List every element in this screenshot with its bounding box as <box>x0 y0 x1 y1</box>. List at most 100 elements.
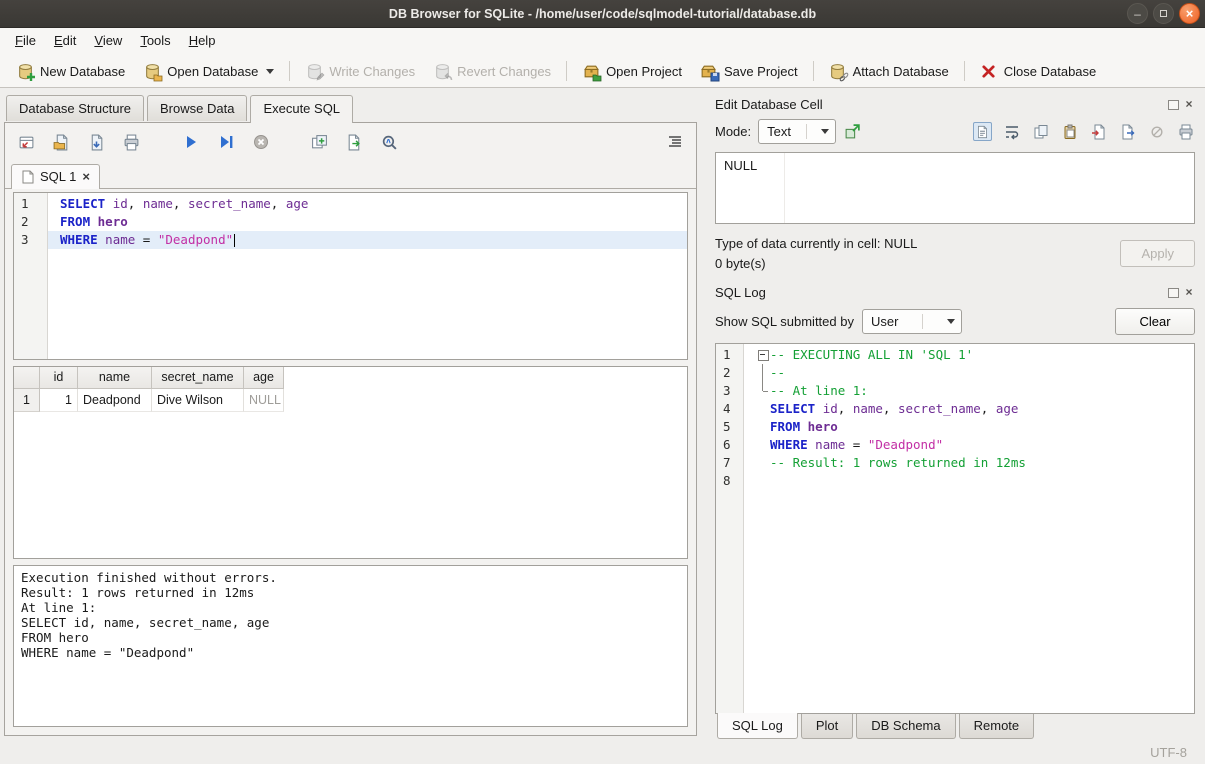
tab-plot[interactable]: Plot <box>801 714 853 739</box>
tab-sql-log[interactable]: SQL Log <box>717 713 798 739</box>
minimize-icon: – <box>1134 8 1141 20</box>
tab-db-schema[interactable]: DB Schema <box>856 714 955 739</box>
results-column-header[interactable]: secret_name <box>152 367 244 389</box>
execute-all-icon[interactable] <box>181 133 200 152</box>
tab-remote[interactable]: Remote <box>959 714 1035 739</box>
tab-execute-sql[interactable]: Execute SQL <box>250 95 353 123</box>
main-content: Database Structure Browse Data Execute S… <box>0 88 1205 740</box>
clear-log-button[interactable]: Clear <box>1115 308 1195 335</box>
encoding-indicator[interactable]: UTF-8 <box>1150 745 1187 760</box>
close-database-button[interactable]: Close Database <box>972 58 1105 84</box>
format-sql-icon[interactable] <box>665 133 684 152</box>
line-number: 5 <box>716 418 743 436</box>
log-filter-select[interactable]: User <box>862 309 962 334</box>
code-line[interactable]: SELECT id, name, secret_name, age <box>744 400 1194 418</box>
word-wrap-icon[interactable] <box>1002 122 1021 141</box>
new-database-button[interactable]: New Database <box>8 58 133 84</box>
code-line[interactable]: FROM hero <box>744 418 1194 436</box>
sql-doc-tab[interactable]: SQL 1 × <box>11 164 100 189</box>
menu-help[interactable]: Help <box>180 28 225 55</box>
table-row: 11DeadpondDive WilsonNULL <box>14 389 687 412</box>
text-view-icon[interactable] <box>973 122 992 141</box>
save-sql-file-icon[interactable] <box>87 133 106 152</box>
export-cell-icon[interactable] <box>1118 122 1137 141</box>
table-cell[interactable]: 1 <box>40 389 78 412</box>
results-corner-cell <box>14 367 40 389</box>
cell-type-info: Type of data currently in cell: NULL <box>715 236 1120 251</box>
statusbar: UTF-8 <box>0 740 1205 764</box>
results-header-filler <box>284 367 687 389</box>
auto-complete-icon[interactable] <box>380 133 399 152</box>
results-column-header[interactable]: age <box>244 367 284 389</box>
save-project-button[interactable]: Save Project <box>692 58 806 84</box>
attach-database-button[interactable]: Attach Database <box>821 58 957 84</box>
close-database-label: Close Database <box>1004 64 1097 79</box>
code-line[interactable]: WHERE name = "Deadpond" <box>48 231 687 249</box>
sql-editor[interactable]: 123 SELECT id, name, secret_name, ageFRO… <box>13 192 688 360</box>
close-dock-icon[interactable]: × <box>1183 99 1195 111</box>
close-tab-icon[interactable]: × <box>82 170 90 183</box>
table-cell[interactable]: Deadpond <box>78 389 152 412</box>
fold-marker-icon[interactable] <box>756 346 770 364</box>
main-toolbar: New Database Open Database Write Changes… <box>0 55 1205 88</box>
editor-code-area[interactable]: SELECT id, name, secret_name, ageFROM he… <box>48 193 687 359</box>
text-cursor <box>234 234 235 247</box>
toolbar-separator <box>813 61 814 81</box>
code-line[interactable]: SELECT id, name, secret_name, age <box>48 195 687 213</box>
close-button[interactable]: × <box>1179 3 1200 24</box>
maximize-button[interactable] <box>1153 3 1174 24</box>
code-line[interactable]: -- EXECUTING ALL IN 'SQL 1' <box>744 346 1194 364</box>
line-number: 2 <box>14 213 47 231</box>
main-tab-bar: Database Structure Browse Data Execute S… <box>4 95 705 122</box>
results-grid: idnamesecret_nameage 11DeadpondDive Wils… <box>13 366 688 559</box>
import-cell-icon[interactable] <box>1089 122 1108 141</box>
minimize-button[interactable]: – <box>1127 3 1148 24</box>
print-sql-icon[interactable] <box>122 133 141 152</box>
paste-cell-icon[interactable] <box>1060 122 1079 141</box>
export-results-icon[interactable] <box>345 133 364 152</box>
row-number-cell[interactable]: 1 <box>14 389 40 412</box>
edit-cell-toolbar: Mode: Text <box>715 119 1195 144</box>
table-cell[interactable]: NULL <box>244 389 284 412</box>
table-cell[interactable]: Dive Wilson <box>152 389 244 412</box>
copy-cell-icon[interactable] <box>1031 122 1050 141</box>
edit-cell-header: Edit Database Cell × <box>715 97 1195 112</box>
line-number: 6 <box>716 436 743 454</box>
tab-database-structure[interactable]: Database Structure <box>6 95 144 121</box>
open-database-button[interactable]: Open Database <box>135 58 282 84</box>
open-project-button[interactable]: Open Project <box>574 58 690 84</box>
maximize-icon <box>1160 10 1167 17</box>
sql-log-header: SQL Log × <box>715 285 1195 300</box>
log-filter-label: Show SQL submitted by <box>715 314 854 329</box>
fold-spacer <box>756 454 770 472</box>
close-dock-icon[interactable]: × <box>1183 287 1195 299</box>
menu-tools[interactable]: Tools <box>131 28 179 55</box>
code-line[interactable]: -- <box>744 364 1194 382</box>
edit-cell-title: Edit Database Cell <box>715 97 1168 112</box>
chevron-down-icon <box>821 129 829 134</box>
open-sql-file-icon[interactable] <box>52 133 71 152</box>
float-dock-icon[interactable] <box>1168 288 1179 298</box>
results-column-header[interactable]: id <box>40 367 78 389</box>
menu-file[interactable]: File <box>6 28 45 55</box>
mode-select[interactable]: Text <box>758 119 836 144</box>
code-line[interactable]: -- Result: 1 rows returned in 12ms <box>744 454 1194 472</box>
menu-view[interactable]: View <box>85 28 131 55</box>
print-cell-icon[interactable] <box>1176 122 1195 141</box>
import-data-icon[interactable] <box>843 122 862 141</box>
tab-browse-data[interactable]: Browse Data <box>147 95 247 121</box>
code-line[interactable]: -- At line 1: <box>744 382 1194 400</box>
results-column-header[interactable]: name <box>78 367 152 389</box>
code-line[interactable]: FROM hero <box>48 213 687 231</box>
new-editor-window-icon[interactable] <box>310 133 329 152</box>
code-line[interactable] <box>744 472 1194 490</box>
project-open-icon <box>582 62 600 80</box>
results-header: idnamesecret_nameage <box>14 367 687 389</box>
open-sql-tab-icon[interactable] <box>17 133 36 152</box>
code-line[interactable]: WHERE name = "Deadpond" <box>744 436 1194 454</box>
float-dock-icon[interactable] <box>1168 100 1179 110</box>
cell-value-editor[interactable]: NULL <box>715 152 1195 224</box>
execute-current-line-icon[interactable] <box>216 133 235 152</box>
open-database-dropdown-icon[interactable] <box>266 69 274 74</box>
menu-edit[interactable]: Edit <box>45 28 85 55</box>
